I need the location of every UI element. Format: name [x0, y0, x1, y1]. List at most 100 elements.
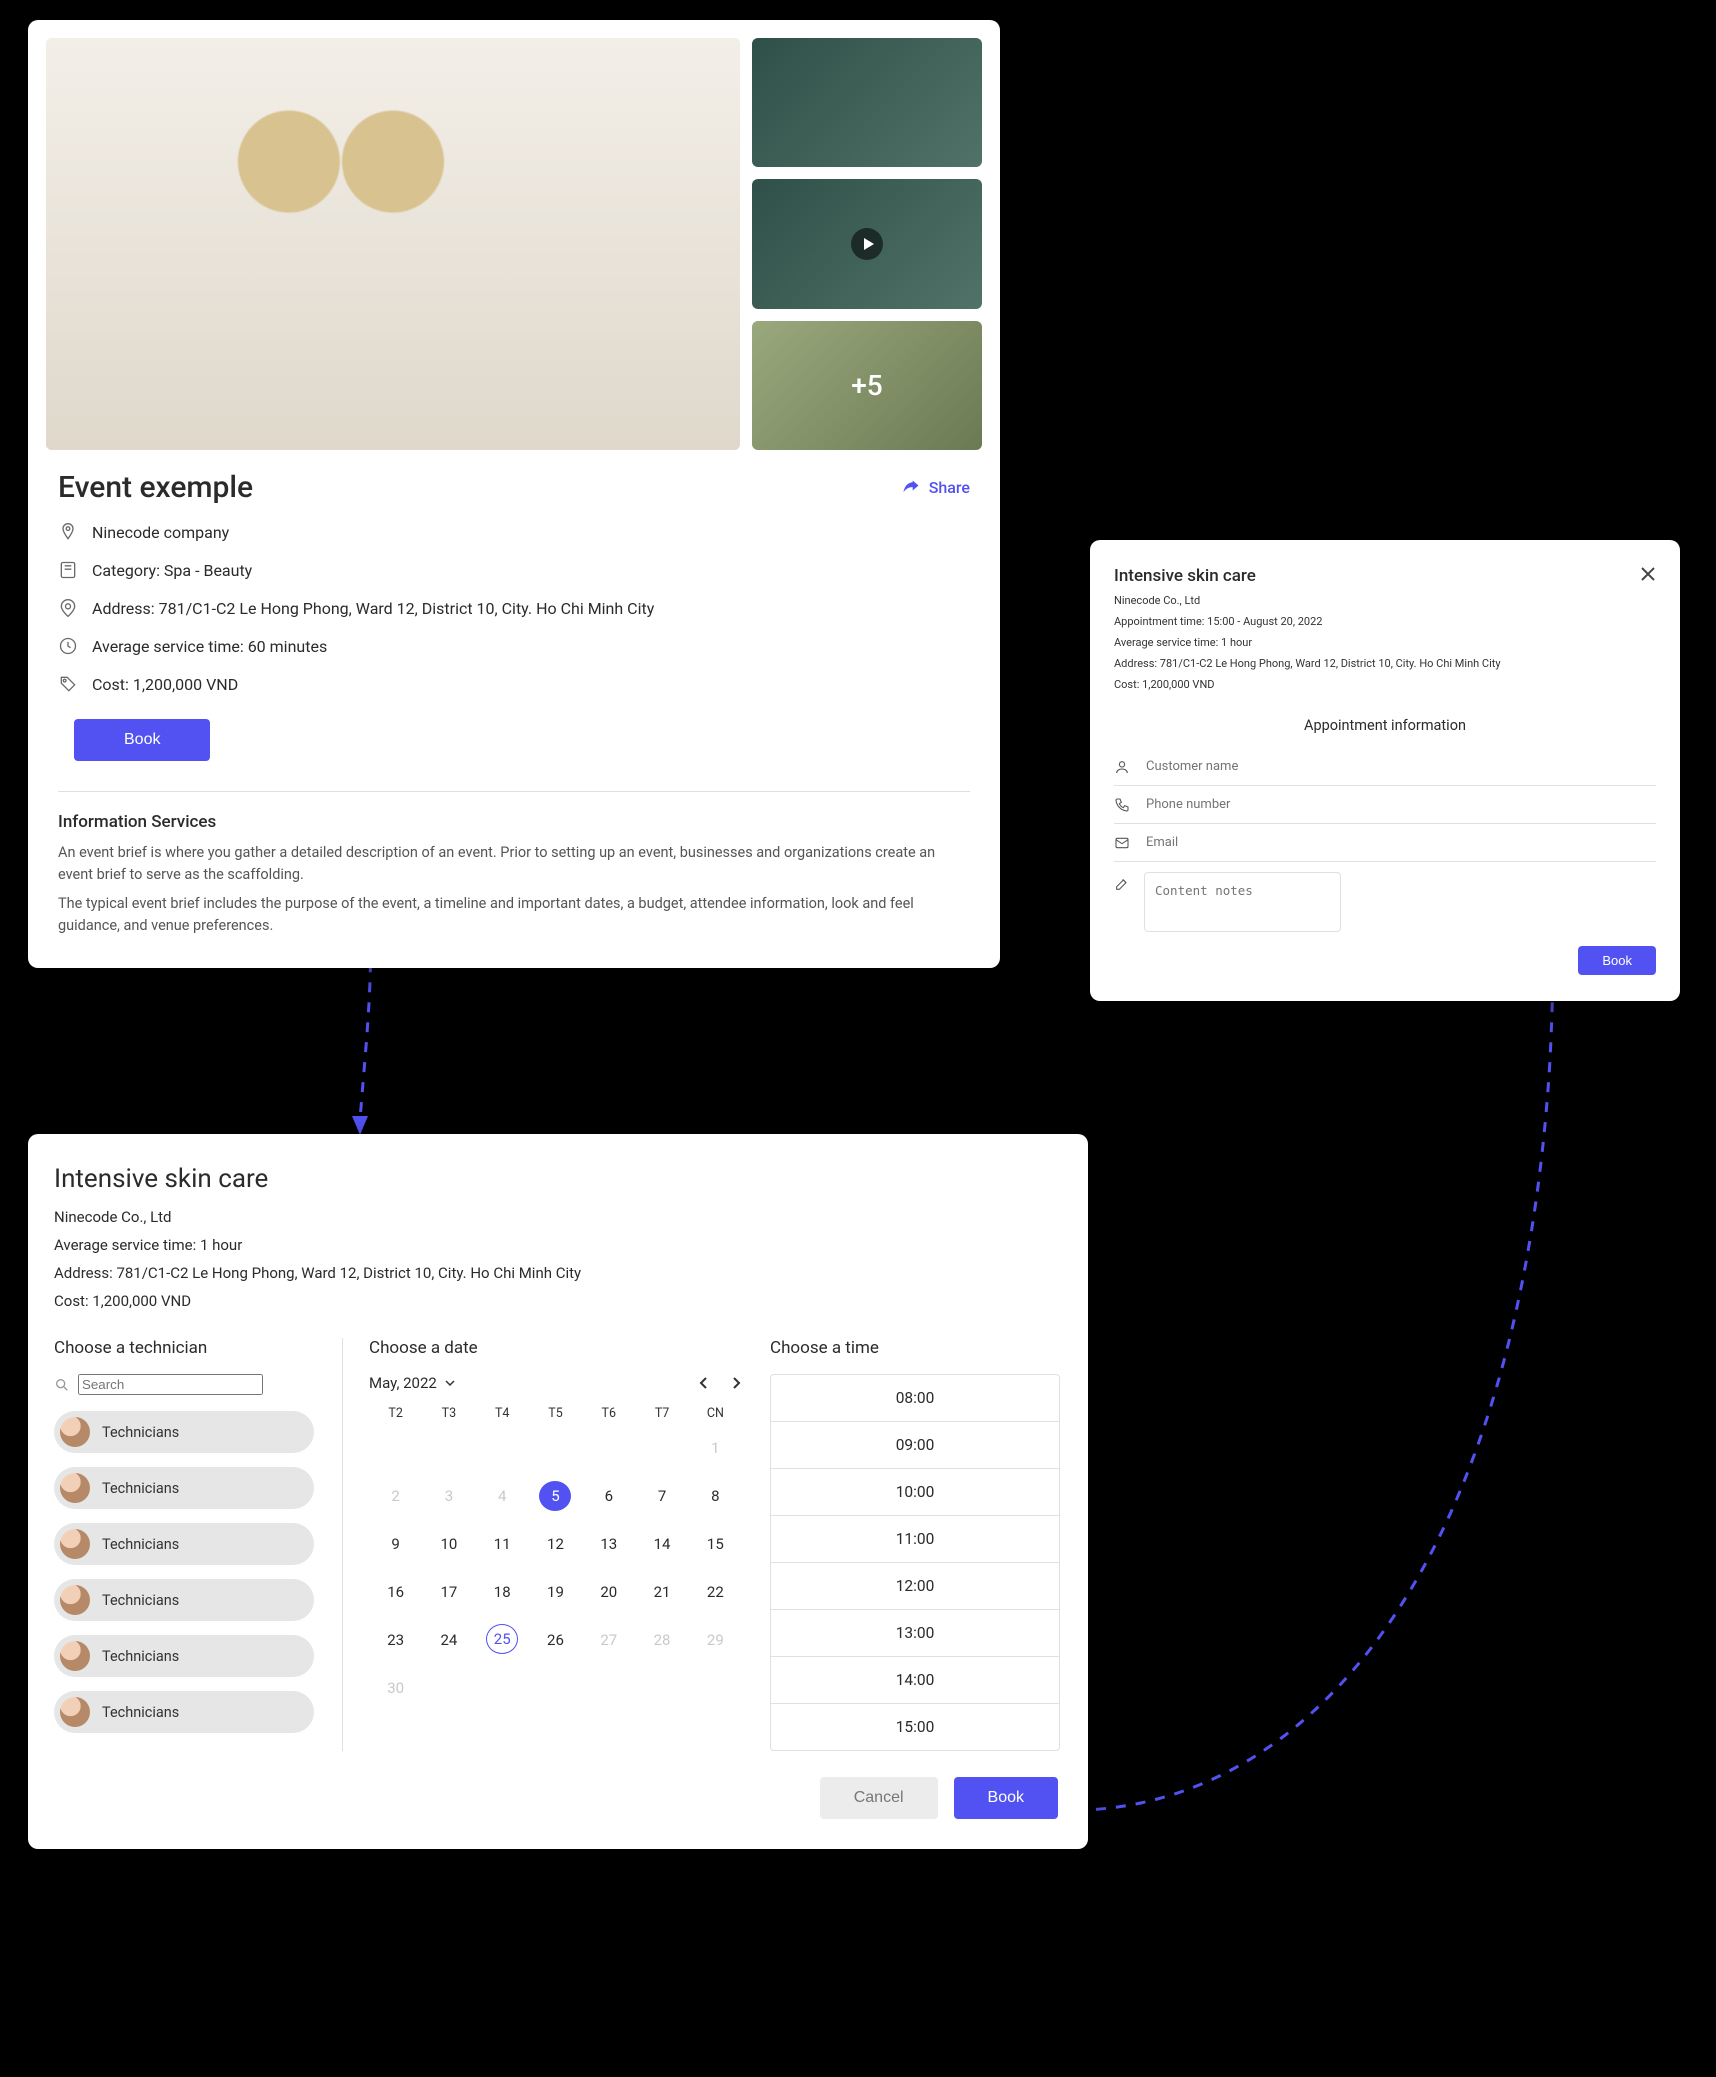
info-paragraph-1: An event brief is where you gather a det…	[58, 842, 970, 887]
booking-picker-card: Intensive skin care Ninecode Co., Ltd Av…	[28, 1134, 1088, 1849]
time-slot[interactable]: 08:00	[770, 1374, 1060, 1422]
name-field[interactable]	[1114, 748, 1656, 786]
main-image[interactable]	[46, 38, 740, 450]
location-icon	[58, 598, 78, 618]
picker-address: Address: 781/C1-C2 Le Hong Phong, Ward 1…	[54, 1264, 1062, 1282]
time-column: Choose a time 08:0009:0010:0011:0012:001…	[770, 1338, 1060, 1751]
next-month-icon[interactable]	[730, 1377, 742, 1389]
dow-cell: T6	[582, 1406, 635, 1421]
calendar-day[interactable]: 1	[689, 1433, 742, 1463]
calendar-day[interactable]: 14	[635, 1529, 688, 1559]
technician-label: Technicians	[102, 1536, 179, 1553]
calendar-day[interactable]: 18	[476, 1577, 529, 1607]
meta-avg-time: Average service time: 60 minutes	[92, 637, 327, 656]
technician-item[interactable]: Technicians	[54, 1411, 314, 1453]
calendar-day[interactable]: 16	[369, 1577, 422, 1607]
search-input[interactable]	[78, 1374, 263, 1395]
technician-item[interactable]: Technicians	[54, 1579, 314, 1621]
picker-book-button[interactable]: Book	[954, 1777, 1058, 1819]
calendar-day[interactable]: 25	[486, 1624, 518, 1654]
cancel-button[interactable]: Cancel	[820, 1777, 938, 1819]
technician-label: Technicians	[102, 1424, 179, 1441]
calendar-day[interactable]: 2	[369, 1481, 422, 1511]
notes-input[interactable]	[1144, 872, 1341, 932]
calendar-day[interactable]: 29	[689, 1625, 742, 1655]
phone-field[interactable]	[1114, 786, 1656, 824]
time-slot[interactable]: 15:00	[770, 1703, 1060, 1751]
info-heading: Information Services	[58, 812, 970, 832]
email-field[interactable]	[1114, 824, 1656, 862]
calendar-day[interactable]: 17	[422, 1577, 475, 1607]
time-slot[interactable]: 10:00	[770, 1468, 1060, 1516]
technician-item[interactable]: Technicians	[54, 1467, 314, 1509]
avatar	[60, 1697, 90, 1727]
book-button[interactable]: Book	[74, 719, 210, 761]
form-line-2: Average service time: 1 hour	[1114, 636, 1656, 649]
phone-input[interactable]	[1144, 796, 1656, 813]
meta-category: Category: Spa - Beauty	[92, 561, 252, 580]
form-line-0: Ninecode Co., Ltd	[1114, 594, 1656, 607]
time-slot[interactable]: 12:00	[770, 1562, 1060, 1610]
calendar-day[interactable]: 9	[369, 1529, 422, 1559]
calendar-day[interactable]: 26	[529, 1625, 582, 1655]
calendar-day	[476, 1433, 529, 1463]
technician-column: Choose a technician TechniciansTechnicia…	[54, 1338, 314, 1751]
calendar-day[interactable]: 4	[476, 1481, 529, 1511]
time-slot[interactable]: 11:00	[770, 1515, 1060, 1563]
email-input[interactable]	[1144, 834, 1656, 851]
dow-cell: T4	[476, 1406, 529, 1421]
picker-company: Ninecode Co., Ltd	[54, 1208, 1062, 1226]
month-label: May, 2022	[369, 1374, 437, 1392]
close-icon[interactable]	[1640, 566, 1656, 582]
calendar-day[interactable]: 27	[582, 1625, 635, 1655]
picker-title: Intensive skin care	[54, 1164, 1062, 1194]
calendar-day[interactable]: 3	[422, 1481, 475, 1511]
share-label: Share	[929, 478, 970, 497]
time-slot[interactable]: 09:00	[770, 1421, 1060, 1469]
date-heading: Choose a date	[369, 1338, 742, 1358]
calendar-day[interactable]: 20	[582, 1577, 635, 1607]
search-icon	[54, 1377, 70, 1393]
technician-search[interactable]	[54, 1374, 314, 1395]
technician-item[interactable]: Technicians	[54, 1691, 314, 1733]
share-button[interactable]: Share	[901, 478, 970, 498]
edit-icon	[1114, 876, 1130, 892]
calendar-day[interactable]: 15	[689, 1529, 742, 1559]
calendar-day[interactable]: 6	[582, 1481, 635, 1511]
technician-item[interactable]: Technicians	[54, 1635, 314, 1677]
calendar-day[interactable]: 22	[689, 1577, 742, 1607]
form-book-button[interactable]: Book	[1578, 946, 1656, 975]
calendar-day[interactable]: 28	[635, 1625, 688, 1655]
thumbnail-video[interactable]	[752, 179, 982, 308]
calendar-day[interactable]: 30	[369, 1673, 422, 1703]
calendar-day[interactable]: 12	[529, 1529, 582, 1559]
form-title: Intensive skin care	[1114, 566, 1256, 586]
time-slot[interactable]: 14:00	[770, 1656, 1060, 1704]
calendar-day[interactable]: 7	[635, 1481, 688, 1511]
meta-address: Address: 781/C1-C2 Le Hong Phong, Ward 1…	[92, 599, 654, 618]
calendar-day[interactable]: 10	[422, 1529, 475, 1559]
form-line-1: Appointment time: 15:00 - August 20, 202…	[1114, 615, 1656, 628]
calendar-day[interactable]: 5	[539, 1481, 571, 1511]
event-title: Event exemple	[58, 470, 253, 505]
prev-month-icon[interactable]	[698, 1377, 710, 1389]
calendar-day[interactable]: 13	[582, 1529, 635, 1559]
technician-label: Technicians	[102, 1648, 179, 1665]
calendar-day[interactable]: 24	[422, 1625, 475, 1655]
gallery: +5	[46, 38, 982, 450]
calendar-day[interactable]: 11	[476, 1529, 529, 1559]
name-input[interactable]	[1144, 758, 1656, 775]
thumbnail-1[interactable]	[752, 38, 982, 167]
picker-avg-time: Average service time: 1 hour	[54, 1236, 1062, 1254]
meta-list: Ninecode company Category: Spa - Beauty …	[58, 513, 970, 703]
thumbnail-more[interactable]: +5	[752, 321, 982, 450]
calendar-day[interactable]: 23	[369, 1625, 422, 1655]
time-slot[interactable]: 13:00	[770, 1609, 1060, 1657]
calendar-day[interactable]: 19	[529, 1577, 582, 1607]
month-selector[interactable]: May, 2022	[369, 1374, 455, 1392]
form-line-4: Cost: 1,200,000 VND	[1114, 678, 1656, 691]
avatar	[60, 1473, 90, 1503]
calendar-day[interactable]: 21	[635, 1577, 688, 1607]
calendar-day[interactable]: 8	[689, 1481, 742, 1511]
technician-item[interactable]: Technicians	[54, 1523, 314, 1565]
